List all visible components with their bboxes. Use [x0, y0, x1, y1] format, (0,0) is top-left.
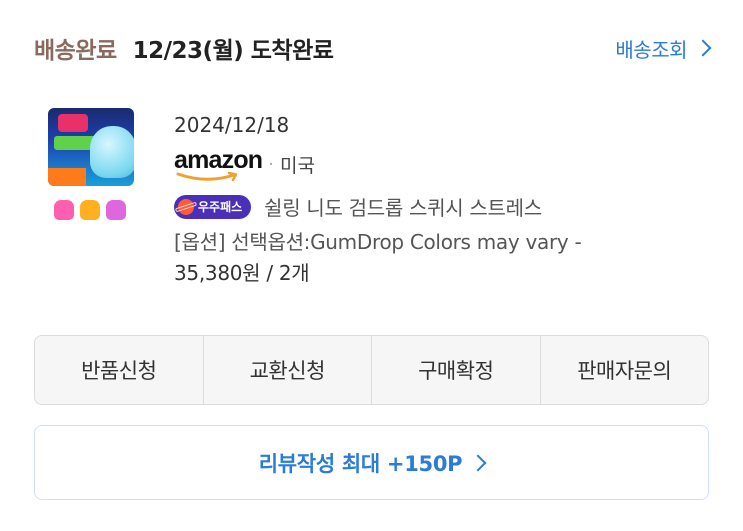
delivery-status: 배송완료: [34, 38, 117, 64]
pink-gumdrop-image: [54, 200, 74, 220]
product-name: 쉴링 니도 검드롭 스퀴시 스트레스: [264, 196, 542, 220]
orange-gumdrop-image: [80, 200, 100, 220]
order-header: 배송완료 12/23(월) 도착완료 배송조회: [34, 30, 713, 66]
write-review-button[interactable]: 리뷰작성 최대 +150P: [34, 425, 709, 500]
amazon-logo: amazon: [174, 146, 263, 182]
exchange-request-button[interactable]: 교환신청: [204, 336, 372, 404]
order-info: 2024/12/18 amazon · 미국 우주패스 쉴링 니도 검드롭 스퀴…: [174, 108, 714, 289]
product-thumbnail[interactable]: [42, 108, 140, 230]
seller-row: amazon · 미국: [174, 144, 714, 184]
purple-gumdrop-image: [106, 200, 126, 220]
product-name-row[interactable]: 우주패스 쉴링 니도 검드롭 스퀴시 스트레스: [174, 192, 714, 221]
order-date: 2024/12/18: [174, 113, 290, 137]
planet-icon: [178, 198, 194, 215]
seller-inquiry-button[interactable]: 판매자문의: [541, 336, 709, 404]
order-actions: 반품신청 교환신청 구매확정 판매자문의: [34, 335, 709, 405]
track-delivery-link[interactable]: 배송조회: [615, 34, 713, 63]
arrival-date: 12/23(월) 도착완료: [132, 38, 334, 64]
space-pass-badge: 우주패스: [174, 194, 252, 219]
product-package-image: [48, 108, 134, 186]
separator-dot: ·: [268, 153, 275, 175]
product-option: [옵션] 선택옵션:GumDrop Colors may vary -: [174, 230, 582, 254]
chevron-right-icon: [469, 454, 487, 471]
track-delivery-label: 배송조회: [615, 37, 687, 62]
write-review-label: 리뷰작성 최대 +150P: [258, 451, 463, 476]
confirm-purchase-button[interactable]: 구매확정: [372, 336, 541, 404]
product-price: 35,380원 / 2개: [174, 261, 310, 285]
chevron-right-icon: [694, 39, 712, 57]
seller-country: 미국: [280, 154, 315, 177]
product-color-dots: [54, 200, 126, 220]
return-request-button[interactable]: 반품신청: [35, 336, 204, 404]
amazon-smile-icon: [176, 172, 238, 182]
